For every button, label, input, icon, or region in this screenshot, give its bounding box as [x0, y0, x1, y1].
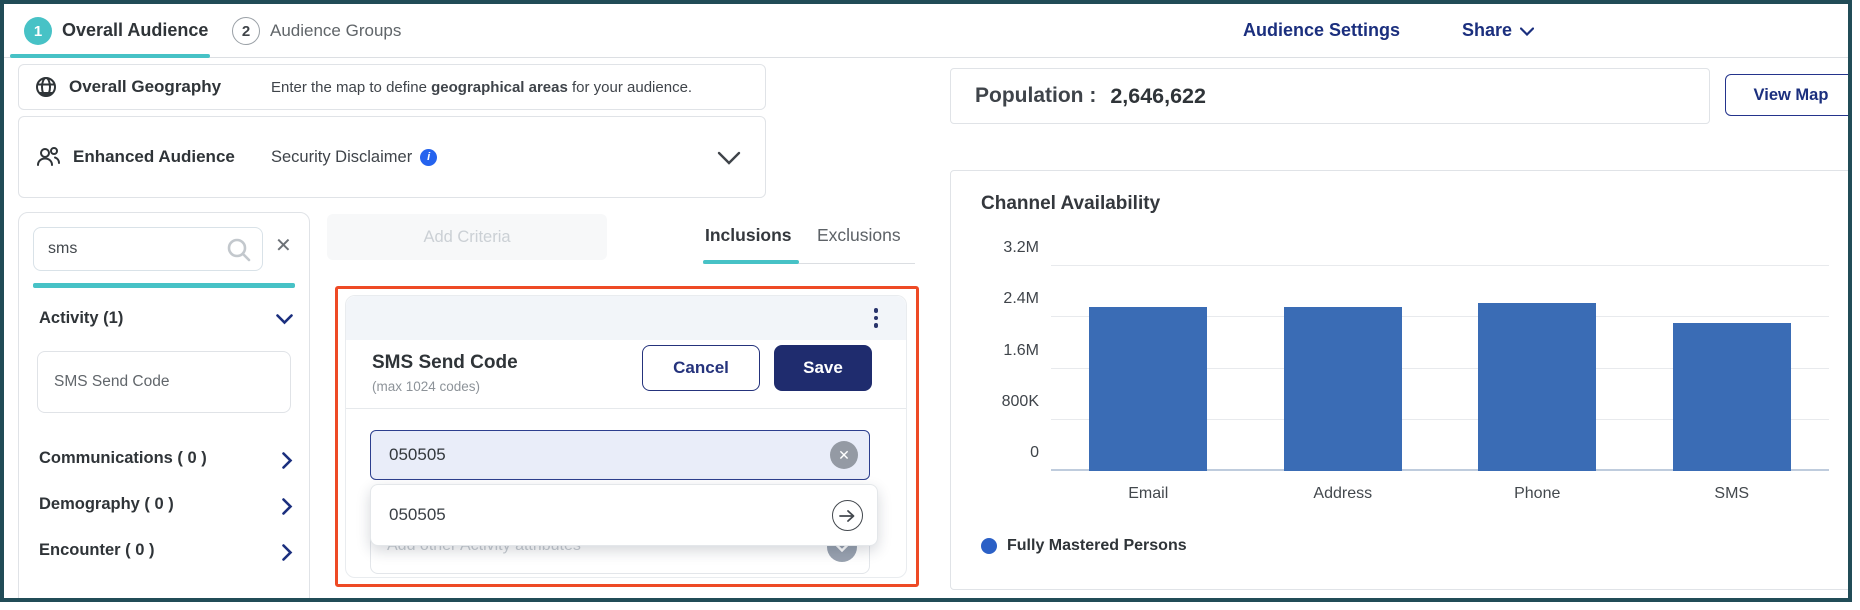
- population-card: Population : 2,646,622: [950, 68, 1710, 124]
- search-accent-bar: [33, 283, 295, 288]
- active-tab-underline: [10, 54, 210, 58]
- attribute-item-sms-send-code[interactable]: SMS Send Code: [37, 351, 291, 413]
- globe-icon: [35, 76, 57, 98]
- legend-dot-icon: [981, 538, 997, 554]
- app-window: 1 Overall Audience 2 Audience Groups Aud…: [0, 0, 1852, 602]
- y-axis-tick-label: 3.2M: [1003, 239, 1039, 256]
- top-navigation: 1 Overall Audience 2 Audience Groups Aud…: [4, 4, 1848, 58]
- sms-code-input[interactable]: [371, 431, 869, 479]
- bar: [1672, 323, 1791, 471]
- sidebar-item-demography[interactable]: Demography ( 0 ): [19, 495, 309, 521]
- sms-code-input-wrap: ✕: [370, 430, 870, 480]
- share-menu-button[interactable]: Share: [1462, 20, 1535, 41]
- view-map-button[interactable]: View Map: [1725, 74, 1848, 116]
- geography-description: Enter the map to define geographical are…: [271, 78, 693, 96]
- enhanced-audience-card: Enhanced Audience Security Disclaimer i: [18, 116, 766, 198]
- inclusions-active-underline: [703, 260, 799, 264]
- tab-audience-groups-label: Audience Groups: [270, 21, 402, 40]
- clear-search-icon[interactable]: ✕: [275, 236, 292, 256]
- x-axis-category-label: Address: [1313, 485, 1373, 502]
- tab-overall-audience[interactable]: 1 Overall Audience: [4, 4, 214, 58]
- x-axis-category-label: SMS: [1714, 485, 1750, 502]
- suggestion-value: 050505: [389, 505, 446, 524]
- y-axis-tick-label: 0: [1030, 444, 1039, 461]
- tab-inclusions[interactable]: Inclusions: [705, 225, 792, 246]
- criteria-divider: [346, 408, 906, 409]
- add-criteria-button[interactable]: Add Criteria: [327, 214, 607, 260]
- x-axis-category-label: Phone: [1514, 485, 1561, 502]
- criteria-subtitle: (max 1024 codes): [372, 379, 481, 394]
- chart-title: Channel Availability: [981, 193, 1161, 214]
- tab-audience-groups[interactable]: 2 Audience Groups: [219, 4, 439, 58]
- search-icon: [226, 237, 252, 268]
- sidebar-item-household[interactable]: Household ( 0 ): [19, 596, 309, 598]
- bar: [1089, 307, 1208, 471]
- arrow-right-icon[interactable]: [832, 500, 863, 531]
- chart-legend: Fully Mastered Persons: [981, 537, 1187, 555]
- chart-x-axis-labels: Email Address Phone SMS: [1051, 485, 1829, 503]
- chevron-down-icon: [1519, 20, 1535, 41]
- sidebar-item-communications[interactable]: Communications ( 0 ): [19, 449, 309, 475]
- criteria-card-header-strip: [346, 296, 906, 340]
- bar: [1478, 303, 1597, 471]
- bar-slot: [1246, 266, 1441, 471]
- bar-slot: [1440, 266, 1635, 471]
- population-value: 2,646,622: [1110, 83, 1206, 108]
- collapse-chevron-icon[interactable]: [717, 151, 741, 170]
- chevron-down-icon: [276, 312, 293, 330]
- sidebar-item-activity[interactable]: Activity (1): [19, 309, 309, 335]
- people-icon: [35, 146, 61, 168]
- chevron-right-icon: [282, 544, 293, 566]
- legend-label: Fully Mastered Persons: [1007, 537, 1187, 554]
- bar: [1283, 307, 1402, 471]
- y-axis-tick-label: 1.6M: [1003, 341, 1039, 359]
- step-2-badge: 2: [232, 17, 260, 45]
- population-label: Population :: [975, 84, 1097, 107]
- tab-overall-audience-label: Overall Audience: [62, 20, 209, 40]
- bar-slot: [1051, 266, 1246, 471]
- bar-slot: [1635, 266, 1830, 471]
- save-button[interactable]: Save: [774, 345, 872, 391]
- sms-send-code-criteria-card: SMS Send Code (max 1024 codes) Cancel Sa…: [345, 295, 907, 578]
- channel-availability-card: Channel Availability 0 800K 1.6M 2.4M 3.2M E…: [950, 170, 1848, 590]
- security-disclaimer: Security Disclaimer i: [271, 148, 438, 167]
- suggestion-option-row[interactable]: 050505: [370, 484, 878, 546]
- audience-settings-link[interactable]: Audience Settings: [1243, 20, 1400, 41]
- criteria-title: SMS Send Code: [372, 352, 518, 373]
- kebab-menu-icon[interactable]: [872, 306, 881, 330]
- attribute-search-panel: ✕ Activity (1) SMS Send Code Communicati…: [18, 212, 310, 598]
- step-1-badge: 1: [24, 17, 52, 45]
- bars-row: [1051, 266, 1829, 471]
- attribute-search-box: [33, 227, 263, 271]
- tab-exclusions[interactable]: Exclusions: [817, 225, 901, 246]
- y-axis-tick-label: 2.4M: [1003, 290, 1039, 308]
- clear-input-icon[interactable]: ✕: [830, 441, 858, 469]
- sidebar-item-encounter[interactable]: Encounter ( 0 ): [19, 541, 309, 567]
- share-label: Share: [1462, 20, 1513, 40]
- y-axis-tick-label: 800K: [1001, 392, 1039, 410]
- cancel-button[interactable]: Cancel: [642, 345, 760, 391]
- chevron-right-icon: [282, 498, 293, 520]
- enhanced-audience-title: Enhanced Audience: [73, 147, 235, 166]
- overall-geography-card[interactable]: Overall Geography Enter the map to defin…: [18, 64, 766, 110]
- chevron-right-icon: [282, 452, 293, 474]
- info-icon[interactable]: i: [420, 148, 438, 166]
- chart-plot-area: 0 800K 1.6M 2.4M 3.2M: [1002, 239, 1829, 471]
- x-axis-category-label: Email: [1128, 485, 1169, 502]
- geography-title: Overall Geography: [69, 77, 222, 96]
